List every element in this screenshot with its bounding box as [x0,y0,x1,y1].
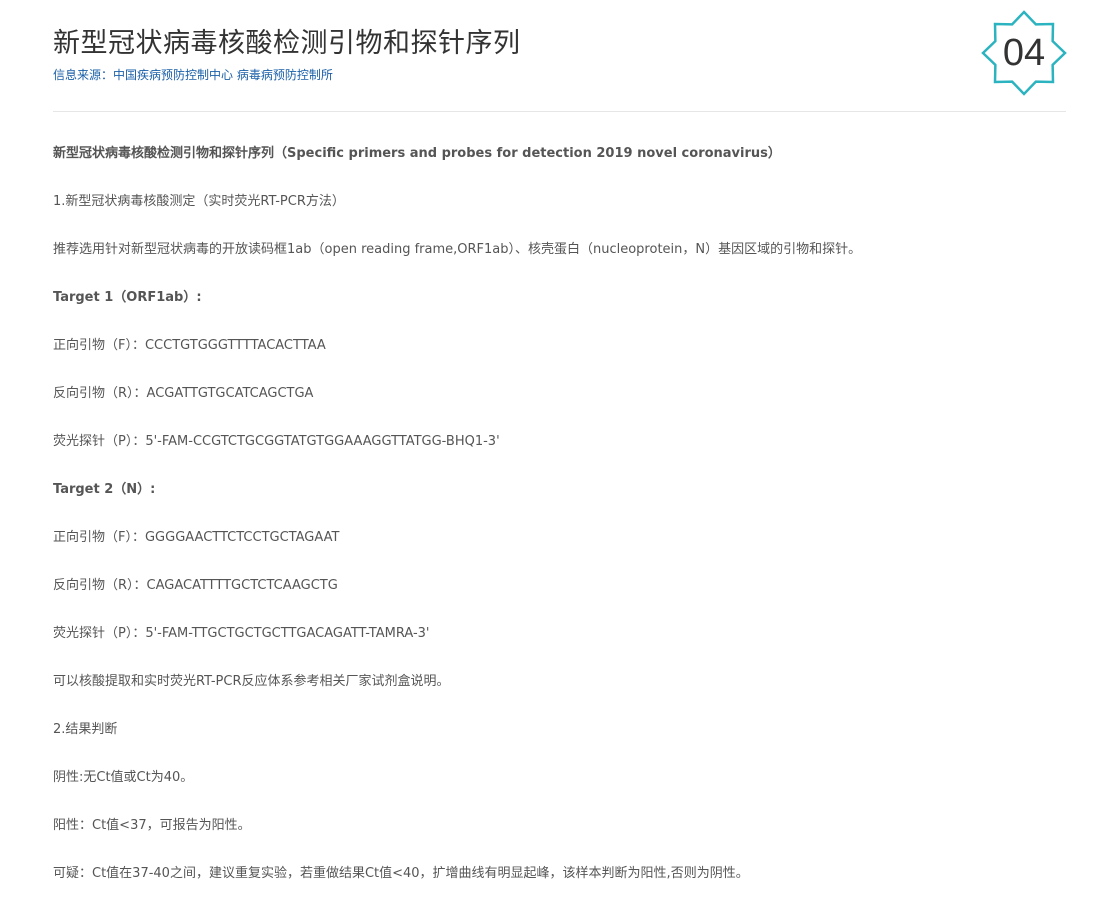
paragraph-negative: 阴性:无Ct值或Ct为40。 [53,770,194,785]
article-body: 新型冠状病毒核酸检测引物和探针序列（Specific primers and p… [53,142,1066,910]
paragraph-result-heading: 2.结果判断 [53,722,118,737]
paragraph-method: 1.新型冠状病毒核酸测定（实时荧光RT-PCR方法） [53,194,345,209]
article-header: 新型冠状病毒核酸检测引物和探针序列 信息来源：中国疾病预防控制中心 病毒病预防控… [53,10,1067,112]
paragraph-target2: Target 2（N）: [53,482,156,497]
article-page: 新型冠状病毒核酸检测引物和探针序列 信息来源：中国疾病预防控制中心 病毒病预防控… [0,0,1105,890]
section-number-badge: 04 [981,10,1067,96]
paragraph-target1-reverse: 反向引物（R）：ACGATTGTGCATCAGCTGA [53,386,314,401]
source-line: 信息来源：中国疾病预防控制中心 病毒病预防控制所 [53,68,333,82]
header-divider [53,111,1066,112]
paragraph-target1-probe: 荧光探针（P）：5'-FAM-CCGTCTGCGGTATGTGGAAAGGTTA… [53,434,500,449]
paragraph-suspicious: 可疑：Ct值在37-40之间，建议重复实验，若重做结果Ct值<40，扩增曲线有明… [53,866,749,881]
paragraph-target1: Target 1（ORF1ab）: [53,290,202,305]
badge-number: 04 [1002,32,1046,74]
paragraph-target2-reverse: 反向引物（R）：CAGACATTTTGCTCTCAAGCTG [53,578,338,593]
paragraph-target2-forward: 正向引物（F）：GGGGAACTTCTCCTGCTAGAAT [53,530,340,545]
paragraph-positive: 阳性：Ct值<37，可报告为阳性。 [53,818,251,833]
paragraph-heading: 新型冠状病毒核酸检测引物和探针序列（Specific primers and p… [53,146,781,161]
paragraph-target2-probe: 荧光探针（P）：5'-FAM-TTGCTGCTGCTTGACAGATT-TAMR… [53,626,430,641]
paragraph-target1-forward: 正向引物（F）：CCCTGTGGGTTTTACACTTAA [53,338,326,353]
paragraph-kit-note: 可以核酸提取和实时荧光RT-PCR反应体系参考相关厂家试剂盒说明。 [53,674,450,689]
page-title: 新型冠状病毒核酸检测引物和探针序列 [53,28,521,59]
paragraph-recommendation: 推荐选用针对新型冠状病毒的开放读码框1ab（open reading frame… [53,242,862,257]
